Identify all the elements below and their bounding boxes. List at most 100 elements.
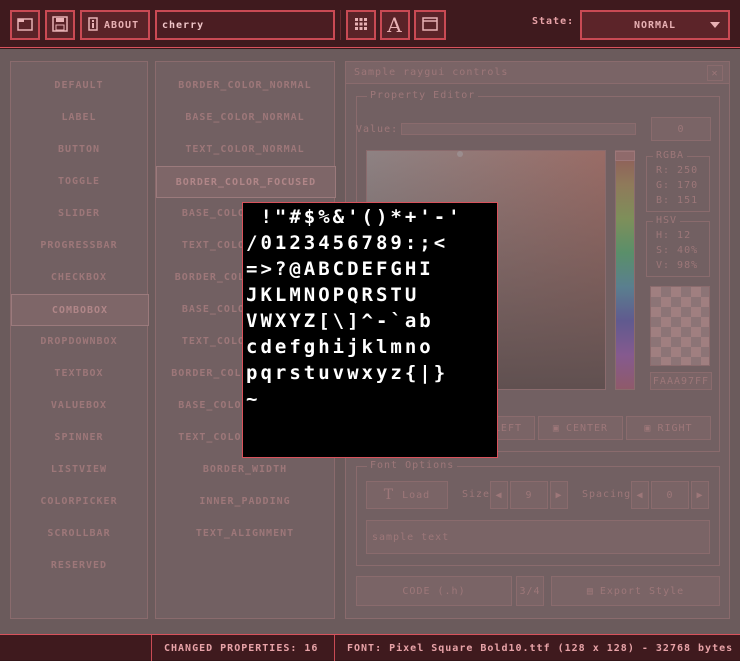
page-counter: 3/4 (516, 576, 544, 606)
grid-icon (354, 17, 368, 34)
atlas-glyph-row: cdefghijklmno (246, 336, 434, 358)
align-center-button[interactable]: ▣ CENTER (538, 416, 623, 440)
align-center-icon: ▣ (552, 422, 560, 434)
property-list-item[interactable]: BORDER_WIDTH (156, 454, 334, 484)
control-list-item[interactable]: COMBOBOX (11, 294, 149, 326)
hsv-h: H: 12 (656, 230, 692, 241)
rgba-g: G: 170 (656, 180, 699, 191)
property-list-item[interactable]: TEXT_ALIGNMENT (156, 518, 334, 548)
control-list-item[interactable]: LISTVIEW (11, 454, 147, 484)
atlas-glyph-row: !"#$%&'()*+'-' (246, 206, 463, 228)
value-box[interactable]: 0 (651, 117, 711, 141)
size-label: Size (462, 489, 491, 500)
hex-value-box[interactable]: FAAA97FF (650, 372, 712, 390)
font-options-title: Font Options (367, 460, 458, 471)
size-value[interactable]: 9 (510, 481, 548, 509)
font-name-input[interactable]: cherry (155, 10, 335, 40)
toolbar: ABOUT cherry A State: NORMAL (0, 0, 740, 48)
hue-bar-selector[interactable] (615, 151, 635, 161)
color-picker-cursor[interactable] (457, 151, 463, 157)
control-list-item[interactable]: SCROLLBAR (11, 518, 147, 548)
hue-bar[interactable] (615, 150, 635, 390)
export-icon: ▤ (586, 585, 594, 597)
control-list-item[interactable]: SPINNER (11, 422, 147, 452)
control-list-item[interactable]: RESERVED (11, 550, 147, 580)
window-icon (422, 16, 438, 34)
hsv-title: HSV (653, 215, 681, 226)
font-atlas-button[interactable]: A (380, 10, 410, 40)
about-button[interactable]: ABOUT (80, 10, 150, 40)
sample-text-box[interactable]: sample text (366, 520, 710, 554)
info-icon (88, 16, 98, 34)
control-list-item[interactable]: TEXTBOX (11, 358, 147, 388)
rgba-r: R: 250 (656, 165, 699, 176)
atlas-glyph-row: VWXYZ[\]^-`ab (246, 310, 434, 332)
control-list-item[interactable]: COLORPICKER (11, 486, 147, 516)
window-title: Sample raygui controls (354, 67, 509, 78)
save-icon (52, 15, 68, 35)
open-file-button[interactable] (10, 10, 40, 40)
align-center-label: CENTER (565, 422, 609, 434)
control-list-item[interactable]: SLIDER (11, 198, 147, 228)
control-list-item[interactable]: BUTTON (11, 134, 147, 164)
rgba-b: B: 151 (656, 195, 699, 206)
load-font-label: Load (402, 489, 431, 501)
property-editor-title: Property Editor (367, 90, 479, 101)
export-style-button[interactable]: ▤ Export Style (551, 576, 720, 606)
value-slider[interactable] (401, 123, 636, 135)
font-info-status: FONT: Pixel Square Bold10.ttf (128 x 128… (347, 642, 734, 654)
spacing-decrement-button[interactable]: ◀ (631, 481, 649, 509)
chevron-right-icon: ▶ (696, 489, 704, 501)
window-close-button[interactable]: ✕ (707, 65, 723, 81)
atlas-glyph-row: ~ (246, 388, 261, 410)
state-dropdown[interactable]: NORMAL (580, 10, 730, 40)
control-list-item[interactable]: VALUEBOX (11, 390, 147, 420)
align-right-button[interactable]: ▣ RIGHT (626, 416, 711, 440)
hsv-v: V: 98% (656, 260, 699, 271)
atlas-glyph-row: =>?@ABCDEFGHI (246, 258, 434, 280)
control-list-item[interactable]: DROPDOWNBOX (11, 326, 147, 356)
spacing-label: Spacing (582, 489, 632, 500)
control-list-item[interactable]: CHECKBOX (11, 262, 147, 292)
status-empty-cell (0, 635, 152, 661)
control-list-item[interactable]: LABEL (11, 102, 147, 132)
code-button[interactable]: CODE (.h) (356, 576, 512, 606)
font-atlas-popup[interactable]: !"#$%&'()*+'-' /0123456789:;< =>?@ABCDEFGH… (242, 202, 498, 458)
chevron-left-icon: ◀ (636, 489, 644, 501)
chevron-right-icon: ▶ (555, 489, 563, 501)
property-list-item[interactable]: TEXT_COLOR_NORMAL (156, 134, 334, 164)
property-list-item[interactable]: BASE_COLOR_NORMAL (156, 102, 334, 132)
controls-list[interactable]: DEFAULT LABEL BUTTON TOGGLE SLIDER PROGRESSBA… (10, 61, 149, 619)
window-button[interactable] (414, 10, 446, 40)
font-icon: A (387, 13, 403, 37)
property-list-item[interactable]: BORDER_COLOR_NORMAL (156, 70, 334, 100)
rgba-title: RGBA (653, 150, 688, 161)
load-font-button[interactable]: T Load (366, 481, 448, 509)
dropdown-arrow-icon (710, 21, 720, 32)
text-icon: T (383, 487, 395, 503)
save-file-button[interactable] (45, 10, 75, 40)
grid-button[interactable] (346, 10, 376, 40)
toolbar-divider (340, 10, 341, 40)
size-decrement-button[interactable]: ◀ (490, 481, 508, 509)
control-list-item[interactable]: DEFAULT (11, 70, 147, 100)
control-list-item[interactable]: PROGRESSBAR (11, 230, 147, 260)
align-right-icon: ▣ (644, 422, 652, 434)
atlas-glyph-row: /0123456789:;< (246, 232, 449, 254)
control-list-item[interactable]: TOGGLE (11, 166, 147, 196)
about-label: ABOUT (104, 19, 140, 31)
hsv-s: S: 40% (656, 245, 699, 256)
spacing-increment-button[interactable]: ▶ (691, 481, 709, 509)
property-list-item[interactable]: INNER_PADDING (156, 486, 334, 516)
align-left-label: LEFT (493, 422, 522, 434)
state-value: NORMAL (633, 19, 677, 31)
align-right-label: RIGHT (657, 422, 693, 434)
atlas-glyph-row: pqrstuvwxyz{|} (246, 362, 449, 384)
spacing-value[interactable]: 0 (651, 481, 689, 509)
color-preview (650, 286, 710, 366)
folder-icon (17, 17, 33, 34)
property-list-item[interactable]: BORDER_COLOR_FOCUSED (156, 166, 336, 198)
close-icon: ✕ (711, 67, 719, 79)
size-increment-button[interactable]: ▶ (550, 481, 568, 509)
value-label: Value: (356, 124, 399, 135)
